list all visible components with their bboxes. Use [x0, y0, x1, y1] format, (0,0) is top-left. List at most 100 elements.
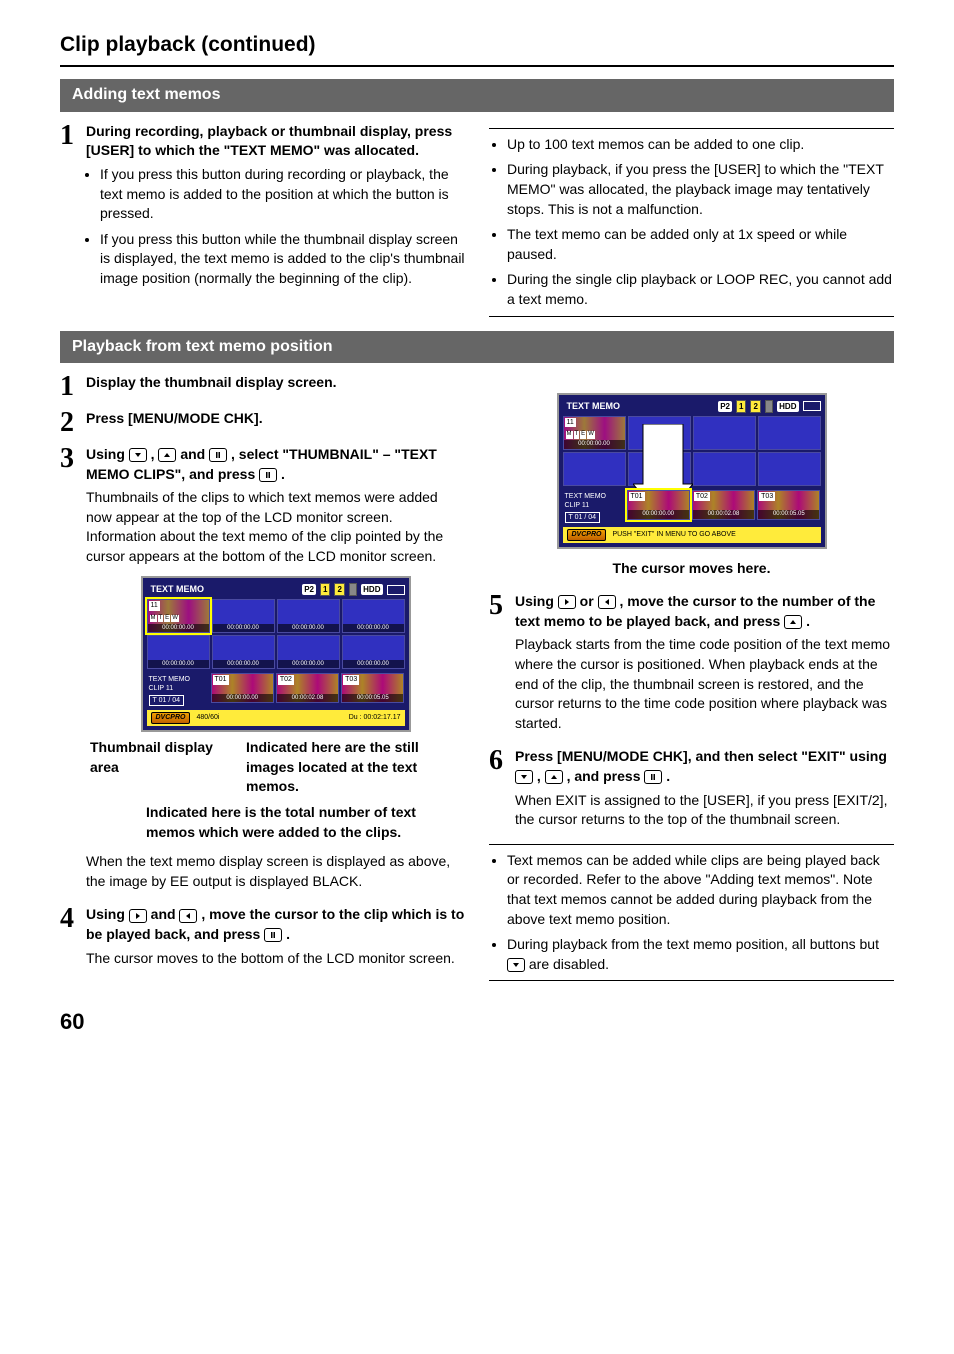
t: During playback from the text memo posit…: [507, 936, 879, 952]
memo-info: TEXT MEMO CLIP 11 T 01 / 04: [147, 673, 209, 708]
clip-number: 11: [149, 601, 160, 611]
slot-1-badge: 1: [320, 583, 330, 596]
left-icon: [598, 595, 616, 609]
memo-info: TEXT MEMO CLIP 11 T 01 / 04: [563, 490, 625, 525]
t: or: [580, 593, 598, 609]
lcd-footer: DVCPRO 480/60i Du : 00:02:17.17: [147, 710, 405, 726]
hdd-badge: HDD: [361, 584, 382, 595]
step-number: 6: [489, 747, 515, 775]
footer-format: 480/60i: [196, 713, 219, 723]
step-text: The cursor moves to the bottom of the LC…: [86, 949, 465, 969]
clip-thumbnail: 00:00:00.00: [147, 635, 210, 669]
p2-badge: P2: [302, 584, 316, 595]
right-icon: [558, 595, 576, 609]
clip-thumbnail: 00:00:00.00: [212, 599, 275, 633]
step-bold: During recording, playback or thumbnail …: [86, 122, 465, 161]
memo-thumbnail: T0200:00:02.08: [692, 490, 755, 520]
memo-label-2: CLIP 11: [149, 684, 207, 693]
clip-thumbnail: 11 MTEW 00:00:00.00: [147, 599, 210, 633]
pause-set-icon: [644, 770, 662, 784]
t: Using: [86, 446, 129, 462]
clip-thumbnail: [693, 416, 756, 450]
footer-duration: Du : 00:02:17.17: [349, 713, 401, 723]
t: .: [281, 466, 285, 482]
fig-label-thumbnail-area: Thumbnail display area: [90, 738, 240, 777]
clip-thumbnail: [758, 416, 821, 450]
playback-step-2: 2 Press [MENU/MODE CHK].: [60, 409, 465, 437]
clip-thumbnail: 00:00:00.00: [212, 635, 275, 669]
t: .: [286, 926, 290, 942]
timecode: 00:00:00.00: [148, 624, 209, 632]
section-playback-from-text-memo: Playback from text memo position: [60, 331, 894, 363]
note-bullet: During playback, if you press the [USER]…: [507, 160, 894, 219]
lcd-header: TEXT MEMO P2 1 2 HDD: [563, 399, 821, 414]
t: .: [806, 613, 810, 629]
clip-number: 11: [565, 418, 576, 428]
t: and: [180, 446, 209, 462]
down-icon: [507, 958, 525, 972]
playback-step-1: 1 Display the thumbnail display screen.: [60, 373, 465, 401]
lcd-title: TEXT MEMO: [563, 399, 625, 414]
step-bold: Press [MENU/MODE CHK], and then select "…: [515, 747, 894, 786]
clip-thumbnail: 00:00:00.00: [277, 599, 340, 633]
clip-thumbnail: [563, 452, 626, 486]
memo-label-1: TEXT MEMO: [149, 675, 207, 684]
note-bullet: During playback from the text memo posit…: [507, 935, 894, 974]
step-bold: Using , and , select "THUMBNAIL" – "TEXT…: [86, 445, 465, 484]
t: ,: [151, 446, 159, 462]
memo-thumbnail: T0200:00:02.08: [276, 673, 339, 703]
up-icon: [545, 770, 563, 784]
notes-rule-bottom: [489, 316, 894, 317]
pause-set-icon: [209, 448, 227, 462]
t: and: [151, 906, 180, 922]
hdd-badge: HDD: [777, 401, 798, 412]
figure-text-memo-screen-1: TEXT MEMO P2 1 2 HDD: [86, 576, 465, 842]
playback-step-3: 3 Using , and , select "THUMBNAIL" – "TE…: [60, 445, 465, 897]
title-rule: [60, 65, 894, 67]
memo-thumbnail: T0100:00:00.00: [211, 673, 274, 703]
timecode: 00:00:00.00: [564, 440, 625, 448]
notes-rule-top: [489, 844, 894, 845]
step-number: 4: [60, 905, 86, 933]
t: ,: [537, 768, 545, 784]
memo-counter: T 01 / 04: [149, 695, 185, 706]
clip-thumbnail: 00:00:00.00: [277, 635, 340, 669]
step-text: Thumbnails of the clips to which text me…: [86, 488, 465, 566]
battery-icon: [803, 401, 821, 411]
memo-counter: T 01 / 04: [565, 512, 601, 523]
memo-label-1: TEXT MEMO: [565, 492, 623, 501]
slot-3-badge: [765, 400, 773, 413]
thumbnail-grid: 11 MTEW 00:00:00.00 00:00:00.00 00:00:00…: [147, 599, 405, 669]
notes-rule-top: [489, 128, 894, 129]
pause-set-icon: [259, 468, 277, 482]
note-bullet: The text memo can be added only at 1x sp…: [507, 225, 894, 264]
up-icon: [158, 448, 176, 462]
step-text: When EXIT is assigned to the [USER], if …: [515, 791, 894, 830]
t: Press [MENU/MODE CHK], and then select "…: [515, 748, 887, 764]
slot-2-badge: 2: [750, 400, 760, 413]
down-icon: [129, 448, 147, 462]
section-adding-text-memos: Adding text memos: [60, 79, 894, 111]
clip-thumbnail: [758, 452, 821, 486]
pause-set-icon: [264, 928, 282, 942]
figure-text-memo-screen-2: TEXT MEMO P2 1 2 HDD 11 MTEW: [489, 393, 894, 549]
p2-badge: P2: [718, 401, 732, 412]
dvcpro-badge: DVCPRO: [567, 529, 607, 541]
note-bullet: During the single clip playback or LOOP …: [507, 270, 894, 309]
right-icon: [129, 909, 147, 923]
note-bullet: Text memos can be added while clips are …: [507, 851, 894, 929]
clip-thumbnail: 00:00:00.00: [342, 635, 405, 669]
step-bold: Display the thumbnail display screen.: [86, 373, 465, 393]
step-number: 2: [60, 409, 86, 437]
battery-icon: [387, 585, 405, 595]
dvcpro-badge: DVCPRO: [151, 712, 191, 724]
slot-2-badge: 2: [334, 583, 344, 596]
slot-1-badge: 1: [736, 400, 746, 413]
fig2-caption: The cursor moves here.: [489, 559, 894, 579]
step-bold: Press [MENU/MODE CHK].: [86, 409, 465, 429]
memo-label-2: CLIP 11: [565, 501, 623, 510]
t: Using: [515, 593, 558, 609]
memo-thumbnail: T0300:00:05.05: [757, 490, 820, 520]
bullet: If you press this button while the thumb…: [100, 230, 465, 289]
step-number: 5: [489, 592, 515, 620]
